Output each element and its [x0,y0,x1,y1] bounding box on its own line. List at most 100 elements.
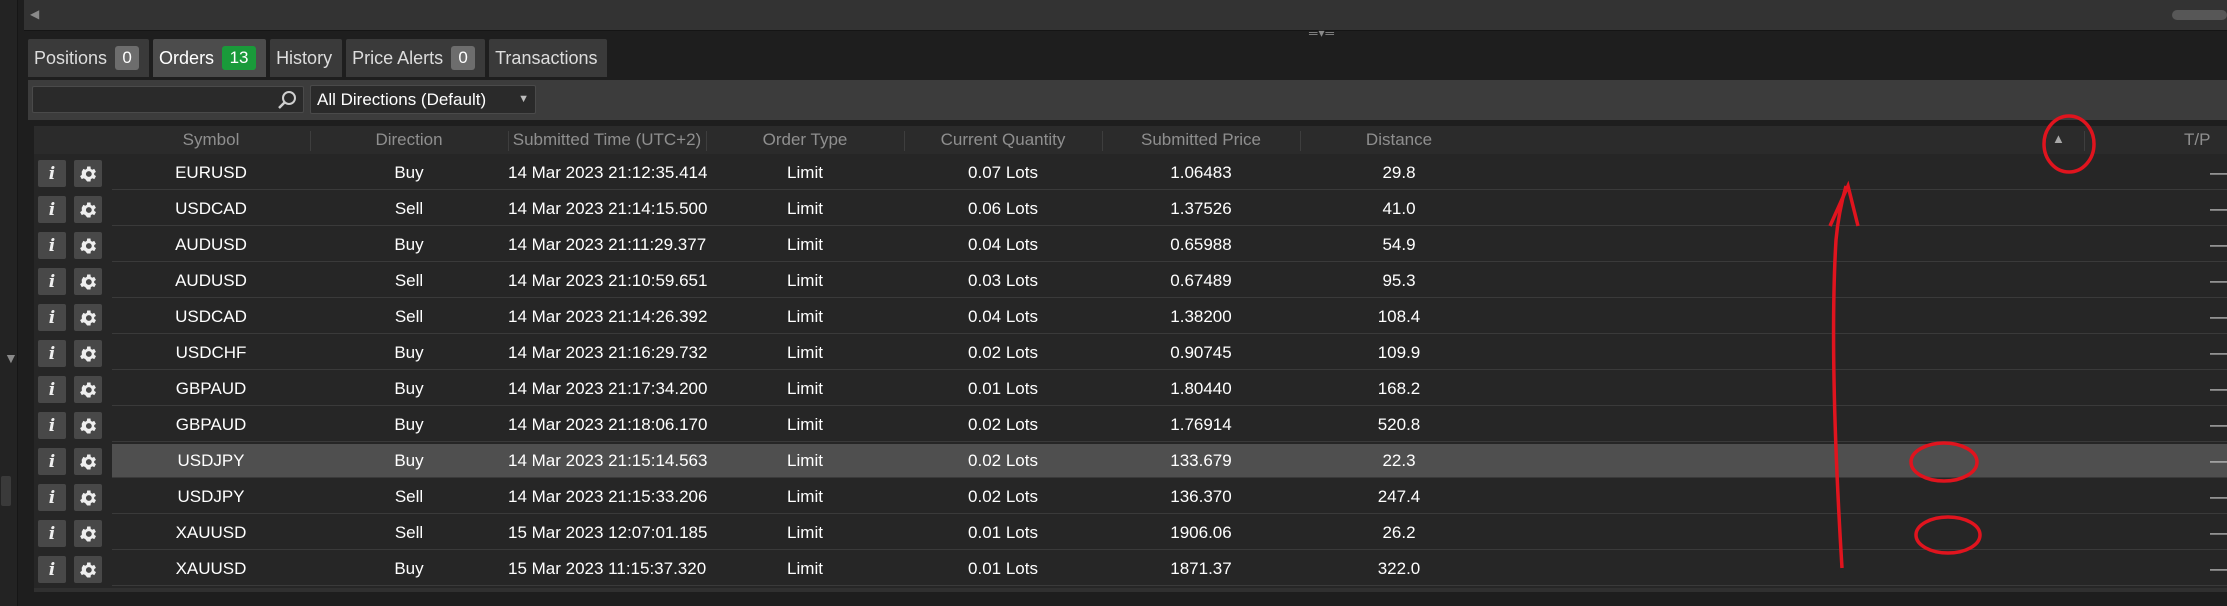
row-info-button[interactable]: i [38,340,66,367]
table-row[interactable]: i USDJPY Buy 14 Mar 2023 21:15:14.563 Limit 0… [34,443,2227,479]
side-handle[interactable] [1,476,11,506]
info-icon: i [48,307,56,328]
info-icon: i [48,343,56,364]
cell-direction: Buy [394,379,424,398]
scrollbar-thumb[interactable] [2172,10,2227,20]
cell-submitted-price: 0.65988 [1170,235,1232,254]
row-settings-button[interactable] [74,448,102,475]
cell-tp: — [2210,199,2227,218]
tab-transactions[interactable]: Transactions [489,39,608,77]
table-row[interactable]: i AUDUSD Sell 14 Mar 2023 21:10:59.651 Limit… [34,263,2227,299]
cell-submitted-time: 15 Mar 2023 11:15:37.320 [508,559,707,578]
column-header-submitted-time[interactable]: Submitted Time (UTC+2) [508,126,706,154]
tab-label: Price Alerts [352,47,444,68]
cell-distance: 168.2 [1377,379,1421,398]
tab-label: Positions [34,47,108,68]
row-settings-button[interactable] [74,160,102,187]
row-info-button[interactable]: i [38,412,66,439]
column-header-submitted-price[interactable]: Submitted Price [1102,126,1300,154]
row-settings-button[interactable] [74,376,102,403]
row-settings-button[interactable] [74,340,102,367]
gear-icon [80,562,96,577]
gear-icon [80,346,96,361]
row-info-button[interactable]: i [38,160,66,187]
collapse-arrow-icon[interactable]: ▼ [4,350,18,366]
tab-label: History [276,47,333,68]
cell-distance: 26.2 [1382,523,1416,542]
direction-select[interactable]: All Directions (Default) ▼ [310,85,536,114]
cell-direction: Sell [394,271,424,290]
cell-order-type: Limit [787,487,823,506]
row-info-button[interactable]: i [38,520,66,547]
row-info-button[interactable]: i [38,484,66,511]
cell-submitted-price: 1.37526 [1170,199,1232,218]
row-settings-button[interactable] [74,412,102,439]
count-badge: 0 [115,46,140,70]
column-header-distance[interactable]: Distance [1300,126,1498,154]
row-info-button[interactable]: i [38,196,66,223]
cell-symbol: GBPAUD [175,415,247,434]
tab-price-alerts[interactable]: Price Alerts 0 [346,39,486,77]
row-info-button[interactable]: i [38,232,66,259]
tab-orders[interactable]: Orders 13 [153,39,267,77]
cell-symbol: USDJPY [177,487,245,506]
bottom-panel-tabs: Positions 0 Orders 13 History Price Aler… [28,39,611,77]
cell-current-quantity: 0.04 Lots [968,235,1038,254]
column-header-current-quantity[interactable]: Current Quantity [904,126,1102,154]
cell-current-quantity: 0.07 Lots [968,163,1038,182]
row-info-button[interactable]: i [38,556,66,583]
cell-tp: — [2210,271,2227,290]
row-info-button[interactable]: i [38,268,66,295]
table-row[interactable]: i AUDUSD Buy 14 Mar 2023 21:11:29.377 Limit 0… [34,227,2227,263]
info-icon: i [48,523,56,544]
tab-positions[interactable]: Positions 0 [28,39,150,77]
search-input[interactable] [37,89,271,111]
cell-submitted-price: 136.370 [1170,487,1232,506]
cell-order-type: Limit [787,199,823,218]
tab-history[interactable]: History [270,39,343,77]
table-row[interactable]: i USDCAD Sell 14 Mar 2023 21:14:15.500 Limit… [34,191,2227,227]
top-scrollbar[interactable]: ◀ [24,0,2227,31]
row-settings-button[interactable] [74,556,102,583]
row-settings-button[interactable] [74,196,102,223]
cell-submitted-price: 133.679 [1170,451,1232,470]
cell-symbol: USDCAD [175,199,247,218]
cell-tp: — [2210,163,2227,182]
cell-distance: 41.0 [1382,199,1416,218]
scroll-left-icon[interactable]: ◀ [30,7,39,21]
cell-submitted-time: 14 Mar 2023 21:11:29.377 [508,235,707,254]
row-settings-button[interactable] [74,484,102,511]
row-info-button[interactable]: i [38,376,66,403]
table-row[interactable]: i USDCAD Sell 14 Mar 2023 21:14:26.392 Limit… [34,299,2227,335]
cell-submitted-price: 1.06483 [1170,163,1232,182]
table-row[interactable]: i EURUSD Buy 14 Mar 2023 21:12:35.414 Limit 0… [34,155,2227,191]
table-row[interactable]: i GBPAUD Buy 14 Mar 2023 21:17:34.200 Limit 0… [34,371,2227,407]
table-row[interactable]: i XAUUSD Sell 15 Mar 2023 12:07:01.185 Limit… [34,515,2227,551]
sort-ascending-icon[interactable]: ▲ [2052,131,2065,146]
row-info-button[interactable]: i [38,304,66,331]
gear-icon [80,310,96,325]
row-settings-button[interactable] [74,304,102,331]
cell-current-quantity: 0.02 Lots [968,343,1038,362]
row-info-button[interactable]: i [38,448,66,475]
table-row[interactable]: i USDJPY Sell 14 Mar 2023 21:15:33.206 Limit… [34,479,2227,515]
column-header-tp[interactable]: T/P [2184,126,2224,154]
cell-submitted-time: 15 Mar 2023 12:07:01.185 [508,523,708,542]
row-settings-button[interactable] [74,232,102,259]
info-icon: i [48,559,56,580]
table-row[interactable]: i GBPAUD Buy 14 Mar 2023 21:18:06.170 Limit 0… [34,407,2227,443]
row-settings-button[interactable] [74,520,102,547]
cell-direction: Sell [394,199,424,218]
cell-submitted-time: 14 Mar 2023 21:15:33.206 [508,487,708,506]
column-header-symbol[interactable]: Symbol [112,126,310,154]
cell-order-type: Limit [787,523,823,542]
table-row[interactable]: i USDCHF Buy 14 Mar 2023 21:16:29.732 Limit 0… [34,335,2227,371]
column-header-direction[interactable]: Direction [310,126,508,154]
cell-symbol: XAUUSD [175,559,247,578]
column-header-order-type[interactable]: Order Type [706,126,904,154]
row-settings-button[interactable] [74,268,102,295]
panel-splitter-handle[interactable]: ═▾═ [1309,26,1335,40]
search-icon[interactable] [276,89,298,111]
cell-direction: Buy [394,343,424,362]
table-row[interactable]: i XAUUSD Buy 15 Mar 2023 11:15:37.320 Limit 0… [34,551,2227,587]
